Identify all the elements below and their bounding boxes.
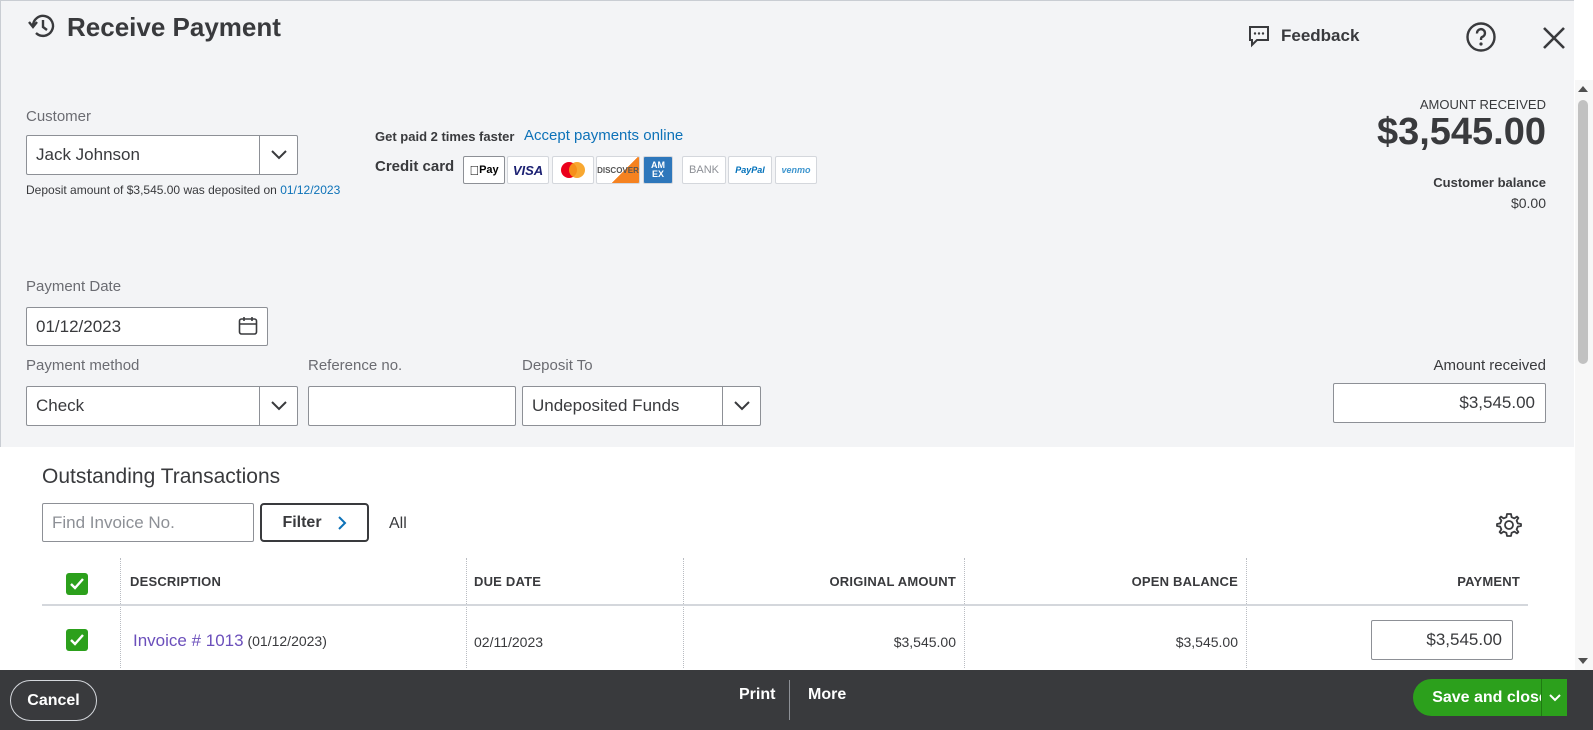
row-payment-input[interactable]: $3,545.00 [1371, 620, 1513, 660]
row-open-balance: $3,545.00 [1175, 634, 1238, 650]
column-header-description[interactable]: DESCRIPTION [130, 574, 221, 589]
customer-balance-value: $0.00 [1510, 195, 1546, 211]
column-divider [1246, 558, 1247, 668]
invoice-link[interactable]: Invoice # 1013 [133, 631, 244, 650]
venmo-logo: venmo [775, 156, 817, 184]
column-divider [964, 558, 965, 668]
deposit-date-link[interactable]: 01/12/2023 [280, 183, 340, 197]
payment-method-value: Check [36, 396, 85, 415]
form-header-area [0, 0, 1574, 447]
customer-balance-label: Customer balance [1433, 175, 1546, 190]
feedback-label: Feedback [1281, 26, 1360, 45]
column-divider [120, 558, 121, 668]
amount-received-total: $3,545.00 [1376, 111, 1546, 153]
row-original-amount: $3,545.00 [893, 634, 956, 650]
reference-label: Reference no. [308, 357, 403, 374]
row-due-date: 02/11/2023 [474, 634, 544, 650]
chevron-down-icon[interactable] [259, 136, 297, 174]
column-divider [683, 558, 684, 668]
scroll-up-icon[interactable] [1577, 84, 1589, 94]
deposit-note-text: Deposit amount of $3,545.00 was deposite… [26, 183, 277, 197]
visa-logo: VISA [507, 156, 549, 184]
chevron-down-icon [1548, 693, 1561, 701]
history-icon[interactable] [26, 10, 58, 42]
payment-date-label: Payment Date [26, 278, 122, 295]
footer-divider [789, 680, 790, 720]
payment-method-select[interactable]: Check [26, 386, 298, 426]
scrollbar-thumb[interactable] [1578, 100, 1588, 364]
column-header-payment[interactable]: PAYMENT [1457, 574, 1520, 589]
filter-label: Filter [282, 513, 322, 531]
more-button[interactable]: More [808, 686, 846, 704]
cancel-button[interactable]: Cancel [10, 680, 97, 721]
outstanding-title: Outstanding Transactions [42, 465, 281, 488]
checkmark-icon [70, 578, 84, 590]
filter-all-label: All [389, 515, 407, 532]
payment-date-value: 01/12/2023 [36, 316, 122, 336]
payment-method-label: Payment method [26, 357, 140, 374]
payment-date-field[interactable]: 01/12/2023 [26, 307, 268, 346]
chevron-right-icon [337, 515, 346, 530]
column-divider [466, 558, 467, 668]
chevron-down-icon[interactable] [259, 387, 297, 425]
deposit-to-value: Undeposited Funds [532, 396, 680, 415]
close-icon[interactable] [1540, 24, 1568, 52]
gear-icon[interactable] [1496, 512, 1522, 538]
filter-button[interactable]: Filter [260, 503, 369, 542]
select-all-checkbox[interactable] [66, 573, 88, 595]
customer-select[interactable]: Jack Johnson [26, 135, 298, 175]
deposit-note: Deposit amount of $3,545.00 was deposite… [26, 183, 340, 197]
checkmark-icon [70, 634, 84, 646]
discover-logo: DISCOVER [596, 156, 640, 184]
reference-input[interactable] [308, 386, 516, 426]
deposit-to-select[interactable]: Undeposited Funds [522, 386, 761, 426]
chat-icon [1249, 26, 1269, 48]
deposit-to-label: Deposit To [522, 357, 593, 374]
footer-bar [0, 670, 1593, 730]
credit-card-label: Credit card [375, 158, 455, 175]
table-header-divider [42, 604, 1528, 606]
scroll-down-icon[interactable] [1577, 656, 1589, 666]
help-icon[interactable] [1465, 21, 1497, 53]
row-description: Invoice # 1013 (01/12/2023) [133, 631, 327, 651]
invoice-date: (01/12/2023) [247, 633, 327, 649]
feedback-button[interactable]: Feedback [1247, 24, 1359, 48]
customer-value: Jack Johnson [36, 145, 140, 164]
page-title: Receive Payment [67, 12, 281, 42]
amex-logo: AM EX [643, 156, 673, 184]
amount-received-input[interactable]: $3,545.00 [1333, 383, 1546, 423]
customer-label: Customer [26, 108, 92, 125]
column-header-open-balance[interactable]: OPEN BALANCE [1132, 574, 1238, 589]
amount-received-heading: AMOUNT RECEIVED [1419, 97, 1546, 112]
mastercard-logo [552, 156, 594, 184]
paypal-logo: PayPal [728, 156, 772, 184]
chevron-down-icon[interactable] [722, 387, 760, 425]
bank-logo: BANK [682, 156, 726, 184]
find-invoice-input[interactable] [42, 503, 254, 542]
column-header-due-date[interactable]: DUE DATE [474, 574, 541, 589]
column-header-original-amount[interactable]: ORIGINAL AMOUNT [830, 574, 957, 589]
amount-received-label: Amount received [1433, 357, 1546, 374]
calendar-icon[interactable] [238, 316, 258, 336]
row-checkbox[interactable] [66, 629, 88, 651]
promo-text: Get paid 2 times faster [375, 129, 515, 144]
accept-payments-link[interactable]: Accept payments online [524, 127, 683, 144]
apple-pay-logo: Pay [463, 156, 505, 184]
print-button[interactable]: Print [739, 686, 775, 704]
